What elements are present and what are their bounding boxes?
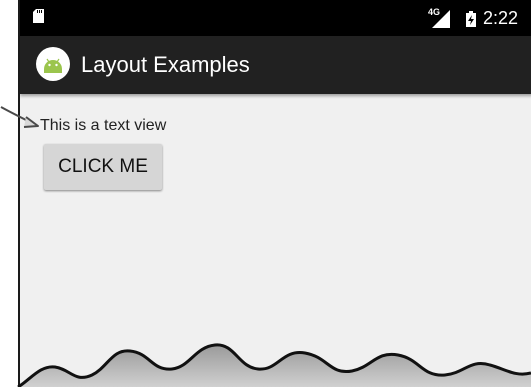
text-view: This is a text view	[40, 117, 167, 134]
annotation-arrow-icon	[0, 106, 39, 128]
click-me-button[interactable]: CLICK ME	[44, 144, 162, 190]
status-bar: 4G 2:22	[20, 0, 531, 36]
app-title: Layout Examples	[81, 52, 250, 77]
clock: 2:22	[483, 8, 519, 28]
network-type-label: 4G	[428, 7, 441, 17]
sd-card-icon	[33, 9, 44, 23]
android-icon	[36, 47, 70, 81]
torn-paper-edge	[0, 343, 531, 387]
app-bar: Layout Examples	[20, 36, 531, 94]
battery-charging-icon	[466, 11, 476, 27]
